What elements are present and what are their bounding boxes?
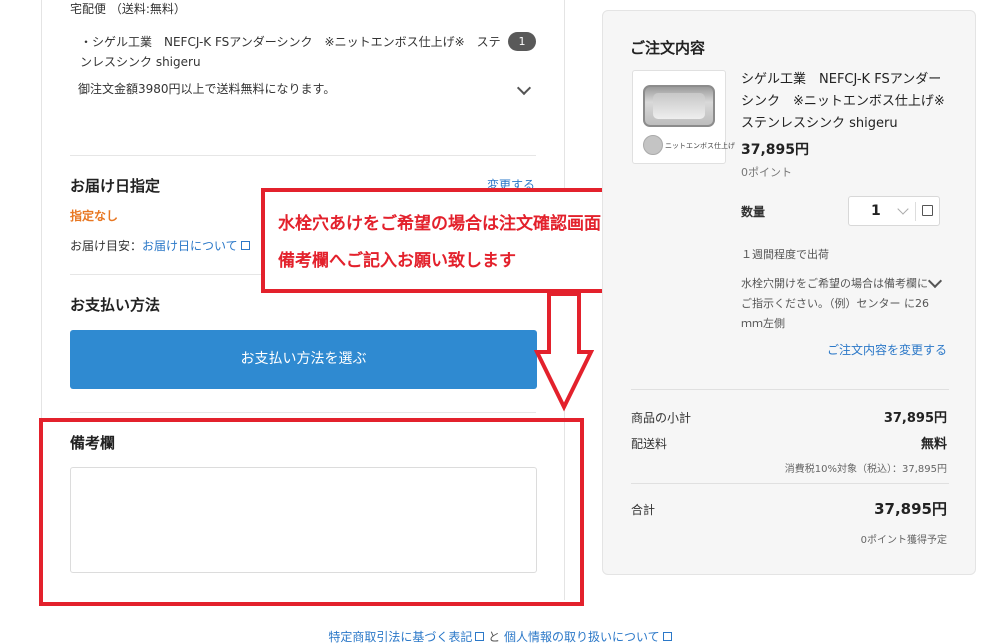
delivery-eta-row: お届け目安：お届け日について [70, 237, 250, 254]
quantity-value: 1 [871, 203, 881, 219]
shipping-item-name: ・シゲル工業 NEFCJ-K FSアンダーシンク ※ニットエンボス仕上げ※ ステ… [80, 35, 501, 69]
chevron-down-icon[interactable] [516, 80, 532, 96]
divider [70, 155, 536, 156]
divider [631, 483, 949, 484]
faucet-hole-note: 水栓穴開けをご希望の場合は備考欄にご指示ください。（例）センター に26ｍｍ左側 [741, 277, 929, 329]
shipping-fee-label: 配送料 [631, 437, 668, 451]
order-summary-title: ご注文内容 [630, 39, 706, 57]
edit-icon[interactable] [922, 205, 933, 216]
sink-image [643, 85, 715, 127]
shipping-item-qty-badge: 1 [508, 32, 536, 51]
chevron-down-icon [897, 203, 909, 215]
delivery-date-title: お届け日指定 [70, 177, 161, 195]
divider [70, 412, 536, 413]
ship-time: １週間程度で出荷 [741, 248, 829, 261]
privacy-link[interactable]: 個人情報の取り扱いについて [504, 630, 660, 644]
tax-note: 消費税10%対象（税込）：37,895円 [784, 464, 947, 475]
product-name: シゲル工業 NEFCJ-K FSアンダーシンク ※ニットエンボス仕上げ※ ステン… [741, 72, 958, 131]
free-shipping-note: 御注文金額3980円以上で送料無料になります。 [78, 82, 336, 96]
order-summary-card: ご注文内容 ニットエンボス仕上げ シゲル工業 NEFCJ-K FSアンダーシンク… [602, 10, 976, 575]
payment-method-title: お支払い方法 [70, 296, 161, 314]
remarks-highlight-frame [39, 418, 584, 606]
tokushoho-link[interactable]: 特定商取引法に基づく表記 [328, 630, 472, 644]
earn-points: 0ポイント獲得予定 [860, 535, 947, 546]
total-value: 37,895円 [874, 500, 947, 518]
delivery-eta-label: お届け目安： [70, 239, 143, 253]
external-link-icon [475, 632, 485, 641]
product-points: 0ポイント [741, 166, 792, 179]
color-swatch [643, 135, 663, 155]
subtotal-label: 商品の小計 [631, 411, 692, 425]
product-price: 37,895円 [741, 142, 810, 158]
divider [631, 389, 949, 390]
footer: 特定商取引法に基づく表記 と 個人情報の取り扱いについて [0, 628, 1000, 644]
delivery-date-status: 指定なし [70, 209, 119, 223]
delivery-info-link[interactable]: お届け日について [142, 239, 238, 253]
external-link-icon [240, 241, 250, 250]
total-label: 合計 [631, 503, 656, 517]
edit-order-link[interactable]: ご注文内容を変更する [827, 341, 947, 358]
thumbnail-label: ニットエンボス仕上げ [665, 142, 735, 150]
quantity-select[interactable]: 1 [848, 196, 940, 226]
product-thumbnail[interactable]: ニットエンボス仕上げ [632, 70, 735, 164]
select-payment-button[interactable]: お支払い方法を選ぶ [70, 330, 537, 389]
subtotal-value: 37,895円 [883, 411, 947, 426]
shipping-method-title: 宅配便 （送料:無料） [70, 2, 186, 16]
external-link-icon [662, 632, 672, 641]
footer-joiner: と [488, 630, 501, 644]
arrow-down-icon [534, 292, 594, 412]
shipping-fee-value: 無料 [920, 437, 947, 452]
quantity-label: 数量 [741, 205, 766, 219]
